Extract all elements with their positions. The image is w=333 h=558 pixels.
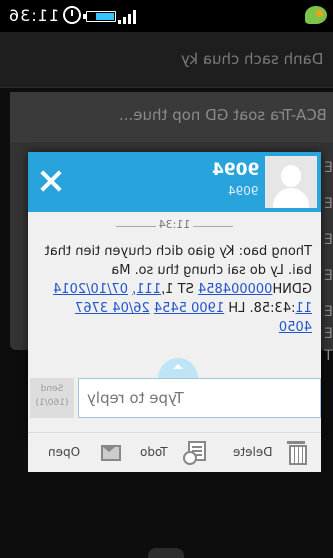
- delete-button[interactable]: Delete: [233, 441, 307, 465]
- sms-popup-dialog: 9094 9094 11:34 Thong bao: Ky giao dich …: [28, 152, 321, 432]
- reply-input[interactable]: [79, 379, 320, 417]
- background-thread-title-row: BCA-Tra soat GD nop thue...: [10, 92, 333, 142]
- send-label: Send: [40, 384, 64, 394]
- open-icon: [100, 441, 121, 461]
- background-header: Danh sach chua ky: [0, 32, 333, 88]
- scroll-up-icon[interactable]: [158, 358, 198, 398]
- todo-icon: [183, 441, 206, 465]
- message-mid: ST 1,: [161, 282, 198, 297]
- background-thread-title: BCA-Tra soat GD nop thue...: [119, 106, 327, 124]
- popup-action-bar: Open Todo Delete: [28, 432, 321, 472]
- send-button[interactable]: Send (160/1): [30, 378, 74, 418]
- status-time: 11:36: [8, 6, 60, 25]
- open-label: Open: [48, 445, 81, 459]
- trash-icon: [287, 441, 307, 465]
- message-body: Thong bao: Ky giao dich chuyen tien that…: [40, 242, 312, 337]
- background-row-letter: E: [324, 268, 333, 284]
- background-row-letter: E: [324, 232, 333, 248]
- background-row-letter: E: [324, 196, 333, 212]
- send-count: (160/1): [35, 398, 69, 408]
- todo-label: Todo: [140, 445, 168, 459]
- avatar-head: [281, 165, 301, 187]
- message-link-phone1[interactable]: 1900 5454: [154, 301, 224, 316]
- signal-icon: [118, 10, 140, 24]
- close-icon[interactable]: [38, 168, 64, 194]
- message-time: 11:34: [158, 218, 191, 231]
- background-row-letter: E: [324, 304, 333, 320]
- background-row-letter: T: [324, 348, 333, 364]
- avatar[interactable]: [265, 156, 317, 208]
- todo-button[interactable]: Todo: [140, 441, 206, 465]
- open-button[interactable]: Open: [48, 441, 121, 465]
- reply-field[interactable]: [78, 378, 321, 418]
- message-link-code[interactable]: 000004854: [198, 282, 272, 297]
- message-time-rest: :43:58. LH: [224, 301, 296, 316]
- message-time-divider: 11:34: [28, 218, 321, 234]
- status-bar: 11:36: [0, 0, 333, 32]
- message-link-amount[interactable]: 111,: [132, 282, 161, 297]
- alarm-icon: [63, 6, 81, 24]
- sender-name: 9094: [211, 160, 259, 180]
- battery-icon: [83, 11, 116, 22]
- home-hint[interactable]: [148, 548, 184, 558]
- background-row-letter: E: [324, 326, 333, 342]
- background-row-letter: E: [324, 160, 333, 176]
- popup-header: 9094 9094: [28, 152, 321, 212]
- notification-icon: [305, 6, 327, 24]
- sender-number: 9094: [228, 184, 259, 198]
- avatar-body: [273, 188, 309, 208]
- background-header-title: Danh sach chua ky: [180, 50, 323, 68]
- delete-label: Delete: [233, 445, 273, 459]
